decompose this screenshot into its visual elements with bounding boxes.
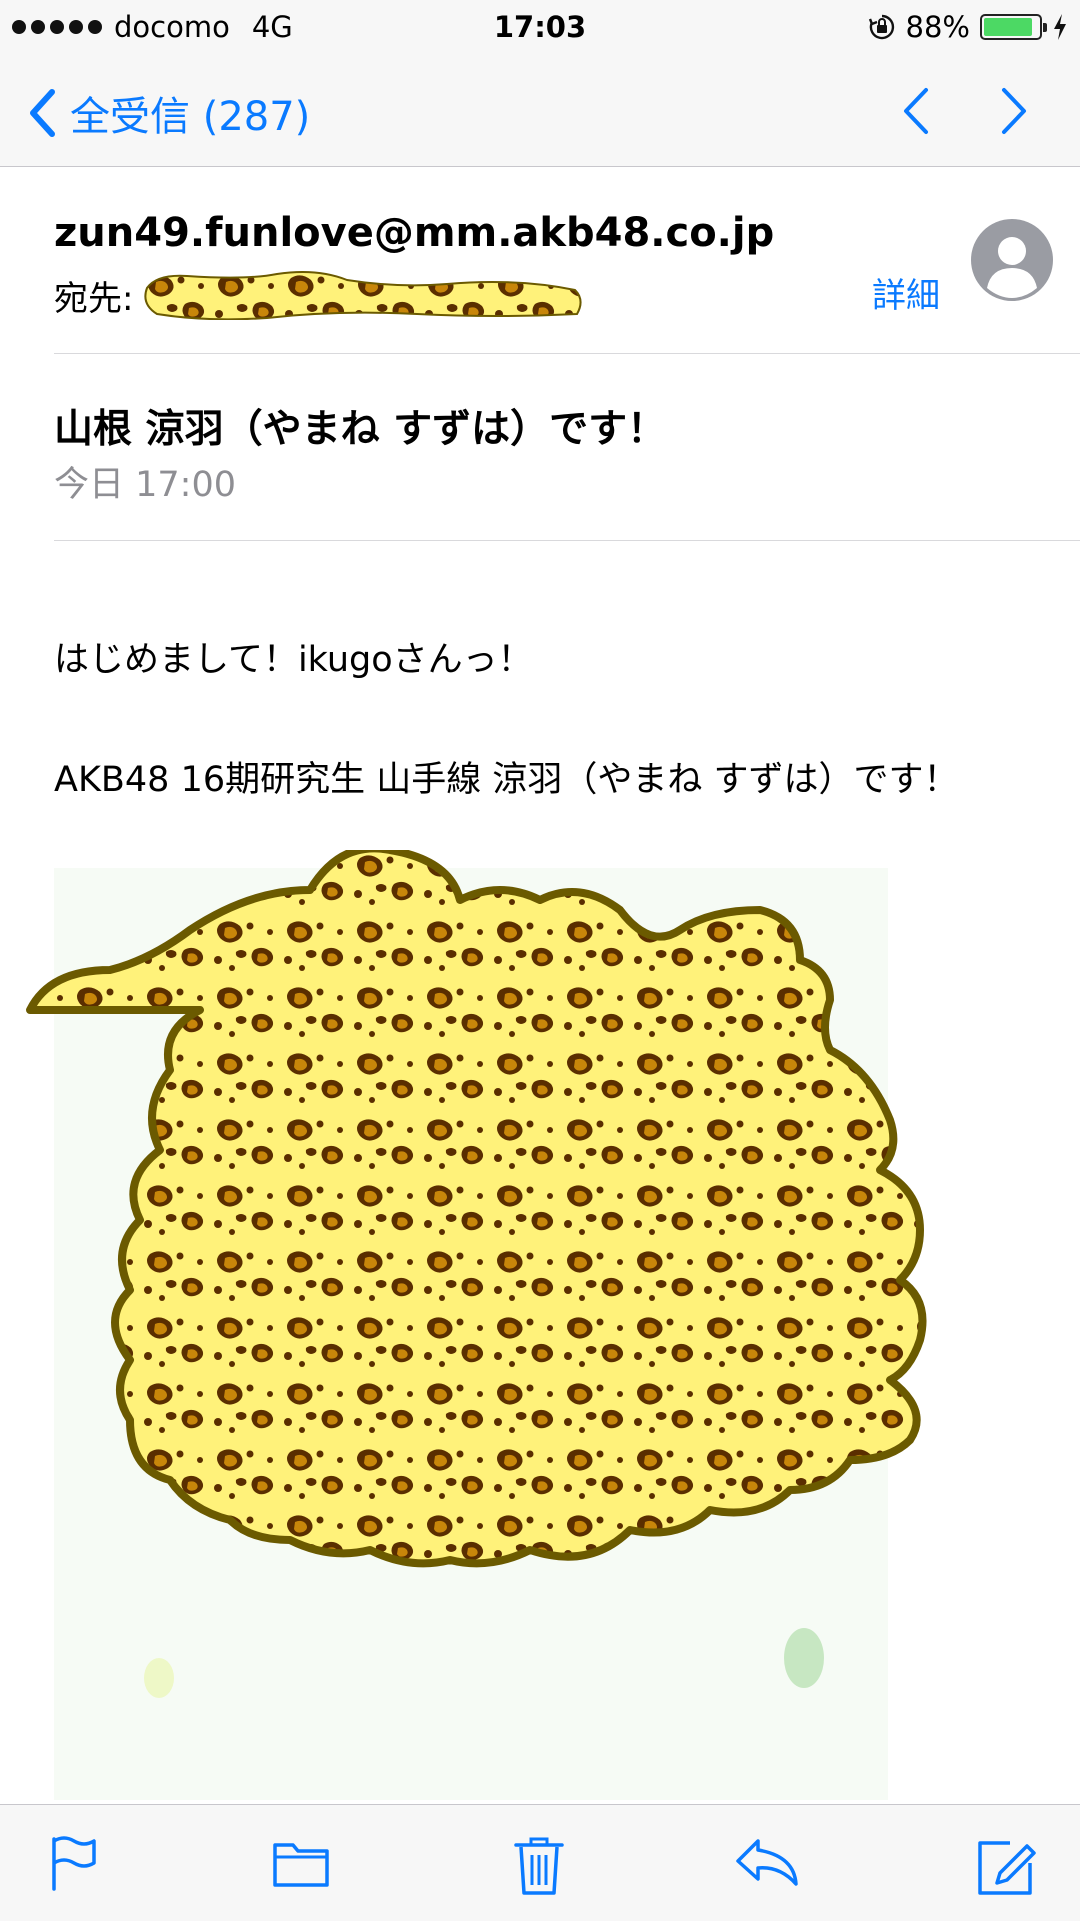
battery-level-fill [984,18,1032,36]
to-label: 宛先: [54,278,134,319]
redaction-scribble [144,271,582,320]
avatar[interactable] [970,218,1054,302]
details-link[interactable]: 詳細 [872,268,940,317]
chevron-down-icon[interactable] [998,86,1032,136]
trash-icon[interactable] [512,1835,566,1895]
status-bar: docomo 4G 17:03 88% [0,0,1080,56]
charging-bolt-icon [1054,14,1066,40]
subject-divider [54,540,1080,541]
battery-icon [980,14,1047,40]
back-label: 全受信 (287) [70,94,311,140]
orientation-lock-icon [868,14,894,40]
navigation-bar: 全受信 (287) [0,56,1080,167]
subject: 山根 涼羽（やまね すずは）です！ [54,407,667,452]
sender-address[interactable]: zun49.funlove@mm.akb48.co.jp [54,210,774,256]
reply-icon[interactable] [734,1835,800,1889]
folder-icon[interactable] [272,1835,330,1889]
body-greeting: はじめまして！ikugoさんっ！ [54,640,533,680]
compose-icon[interactable] [976,1835,1038,1897]
bottom-toolbar [0,1804,1080,1921]
received-date: 今日 17:00 [54,465,236,505]
body-intro: AKB48 16期研究生 山手線 涼羽（やまね すずは）です！ [54,760,959,800]
chevron-left-icon [30,89,55,137]
battery-percent: 88% [905,10,970,44]
chevron-up-icon[interactable] [898,86,932,136]
header-divider [54,353,1080,354]
status-right: 88% [868,10,1068,44]
recipient-row: 宛先: [54,270,586,320]
redaction-scribble-large [26,850,927,1568]
flag-icon[interactable] [48,1835,98,1891]
back-button[interactable]: 全受信 (287) [28,84,310,142]
